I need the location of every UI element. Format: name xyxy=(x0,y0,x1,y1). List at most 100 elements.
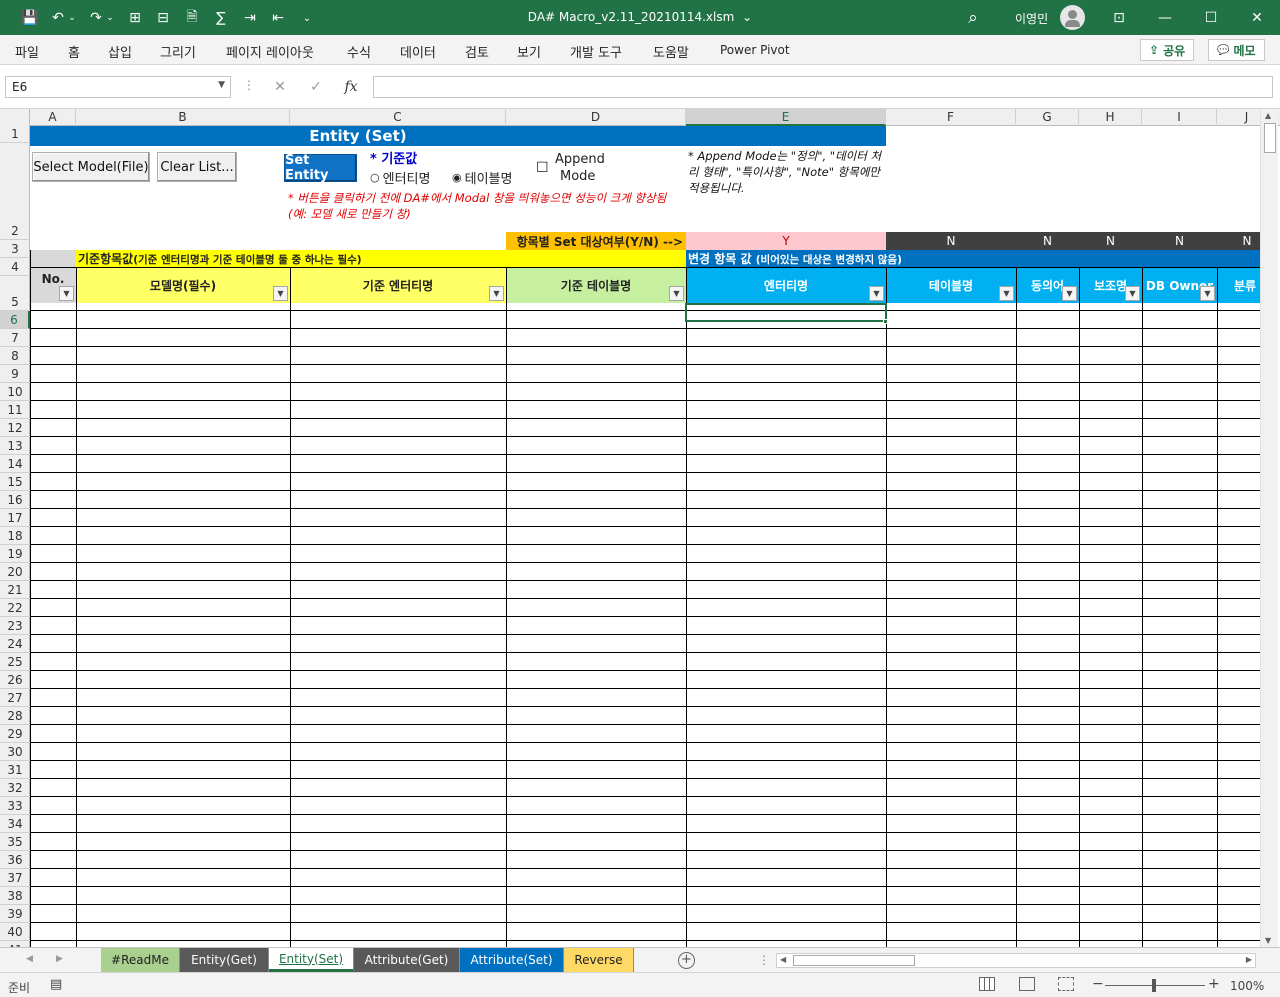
set-flag-g[interactable]: N xyxy=(1016,232,1079,250)
row-header-21[interactable]: 21 xyxy=(0,581,30,599)
customize-toolbar-icon[interactable]: ⌄ xyxy=(297,8,317,28)
page-break-view-icon[interactable] xyxy=(1058,977,1074,991)
user-name[interactable]: 이영민 xyxy=(1015,10,1048,27)
row-header-2[interactable]: 2 xyxy=(0,143,30,240)
selected-cell-e6[interactable] xyxy=(685,303,887,322)
set-flag-i[interactable]: N xyxy=(1142,232,1217,250)
table-icon[interactable]: ⊞ xyxy=(125,8,145,28)
column-header-h[interactable]: H xyxy=(1079,109,1142,126)
row-header-16[interactable]: 16 xyxy=(0,491,30,509)
column-header-c[interactable]: C xyxy=(290,109,506,126)
row-header-33[interactable]: 33 xyxy=(0,797,30,815)
row-header-1[interactable]: 1 xyxy=(0,126,30,143)
row-header-34[interactable]: 34 xyxy=(0,815,30,833)
filter-model-icon[interactable]: ▼ xyxy=(273,286,288,301)
ribbon-display-options-icon[interactable]: ⊡ xyxy=(1096,0,1142,35)
zoom-level[interactable]: 100% xyxy=(1230,979,1264,993)
tab-insert[interactable]: 삽입 xyxy=(108,42,132,61)
formula-bar-grip-icon[interactable]: ⋮ xyxy=(243,78,255,92)
row-header-40[interactable]: 40 xyxy=(0,923,30,941)
undo-icon[interactable]: ↶ xyxy=(48,8,68,28)
row-header-29[interactable]: 29 xyxy=(0,725,30,743)
document-icon[interactable]: 🗎 xyxy=(182,8,202,28)
row-header-38[interactable]: 38 xyxy=(0,887,30,905)
set-entity-button[interactable]: Set Entity xyxy=(284,153,357,183)
scroll-right-icon[interactable]: ▶ xyxy=(1246,955,1252,964)
outdent-icon[interactable]: ⇤ xyxy=(268,8,288,28)
add-sheet-icon[interactable]: + xyxy=(678,952,695,969)
name-box[interactable]: E6 ▼ xyxy=(5,76,231,98)
row-header-19[interactable]: 19 xyxy=(0,545,30,563)
tab-draw[interactable]: 그리기 xyxy=(160,42,196,61)
tab-home[interactable]: 홈 xyxy=(68,42,80,61)
row-header-4[interactable]: 4 xyxy=(0,258,30,276)
sheet-tab-attribute-get[interactable]: Attribute(Get) xyxy=(354,948,460,972)
close-button[interactable]: ✕ xyxy=(1234,0,1280,35)
sheet-prev-icon[interactable]: ◀ xyxy=(26,954,33,964)
filter-synonym-icon[interactable]: ▼ xyxy=(1062,286,1077,301)
maximize-button[interactable]: ☐ xyxy=(1188,0,1234,35)
avatar[interactable] xyxy=(1060,5,1085,30)
filter-db-owner-icon[interactable]: ▼ xyxy=(1200,286,1215,301)
radio-entity[interactable]: ○ 엔터티명 xyxy=(370,168,430,187)
row-header-22[interactable]: 22 xyxy=(0,599,30,617)
row-header-12[interactable]: 12 xyxy=(0,419,30,437)
formula-input[interactable] xyxy=(373,76,1273,98)
tab-file[interactable]: 파일 xyxy=(15,42,39,61)
filter-table-icon[interactable]: ▼ xyxy=(999,286,1014,301)
row-header-37[interactable]: 37 xyxy=(0,869,30,887)
vertical-scrollbar[interactable]: ▲ ▼ xyxy=(1260,109,1278,947)
sheet-next-icon[interactable]: ▶ xyxy=(56,954,63,964)
redo-icon[interactable]: ↷ xyxy=(86,8,106,28)
scroll-up-icon[interactable]: ▲ xyxy=(1265,111,1271,120)
insert-function-icon[interactable]: fx xyxy=(337,76,365,98)
tab-view[interactable]: 보기 xyxy=(517,42,541,61)
enter-icon[interactable]: ✓ xyxy=(302,76,330,98)
memo-button[interactable]: 💬 메모 xyxy=(1208,39,1265,61)
row-header-30[interactable]: 30 xyxy=(0,743,30,761)
name-box-dropdown-icon[interactable]: ▼ xyxy=(218,80,225,90)
select-model-button[interactable]: Select Model(File) xyxy=(32,152,150,182)
sheet-tab-reverse[interactable]: Reverse xyxy=(564,948,634,972)
autosum-icon[interactable]: ∑ xyxy=(211,8,231,28)
undo-dropdown-icon[interactable]: ⌄ xyxy=(66,8,78,28)
column-header-b[interactable]: B xyxy=(76,109,290,126)
row-header-10[interactable]: 10 xyxy=(0,383,30,401)
zoom-slider-knob[interactable] xyxy=(1152,979,1156,992)
split-handle-icon[interactable]: ⋮ xyxy=(758,953,770,967)
share-button[interactable]: ⇪ 공유 xyxy=(1140,39,1195,61)
column-header-e[interactable]: E xyxy=(686,109,886,126)
title-dropdown-icon[interactable]: ⌄ xyxy=(742,10,752,24)
row-header-18[interactable]: 18 xyxy=(0,527,30,545)
set-flag-e[interactable]: Y xyxy=(686,232,886,250)
macro-record-icon[interactable]: ▤ xyxy=(50,977,62,992)
tab-power-pivot[interactable]: Power Pivot xyxy=(720,43,790,57)
filter-base-table-icon[interactable]: ▼ xyxy=(669,286,684,301)
set-flag-f[interactable]: N xyxy=(886,232,1016,250)
sheet-tab-readme[interactable]: #ReadMe xyxy=(101,948,180,972)
page-layout-view-icon[interactable] xyxy=(1019,977,1035,991)
row-header-14[interactable]: 14 xyxy=(0,455,30,473)
row-header-26[interactable]: 26 xyxy=(0,671,30,689)
zoom-out-icon[interactable]: − xyxy=(1092,976,1104,992)
vertical-scroll-thumb[interactable] xyxy=(1264,123,1276,153)
row-header-25[interactable]: 25 xyxy=(0,653,30,671)
cells-area[interactable]: Entity (Set) Select Model(File) Clear Li… xyxy=(30,126,1260,947)
tab-formulas[interactable]: 수식 xyxy=(347,42,371,61)
column-header-f[interactable]: F xyxy=(886,109,1016,126)
redo-dropdown-icon[interactable]: ⌄ xyxy=(104,8,116,28)
scroll-down-icon[interactable]: ▼ xyxy=(1265,936,1271,945)
row-header-5[interactable]: 5 xyxy=(0,276,30,311)
horizontal-scrollbar[interactable]: ◀ ▶ xyxy=(776,953,1256,968)
sheet-tab-entity-set[interactable]: Entity(Set) xyxy=(269,948,354,972)
column-header-i[interactable]: I xyxy=(1142,109,1217,126)
tab-data[interactable]: 데이터 xyxy=(400,42,436,61)
sheet-tab-attribute-set[interactable]: Attribute(Set) xyxy=(460,948,564,972)
normal-view-icon[interactable] xyxy=(979,977,995,991)
set-flag-j[interactable]: N xyxy=(1217,232,1260,250)
filter-entity-icon[interactable]: ▼ xyxy=(869,286,884,301)
radio-table[interactable]: ◉ 테이블명 xyxy=(452,168,512,187)
column-header-g[interactable]: G xyxy=(1016,109,1079,126)
row-header-31[interactable]: 31 xyxy=(0,761,30,779)
row-header-20[interactable]: 20 xyxy=(0,563,30,581)
